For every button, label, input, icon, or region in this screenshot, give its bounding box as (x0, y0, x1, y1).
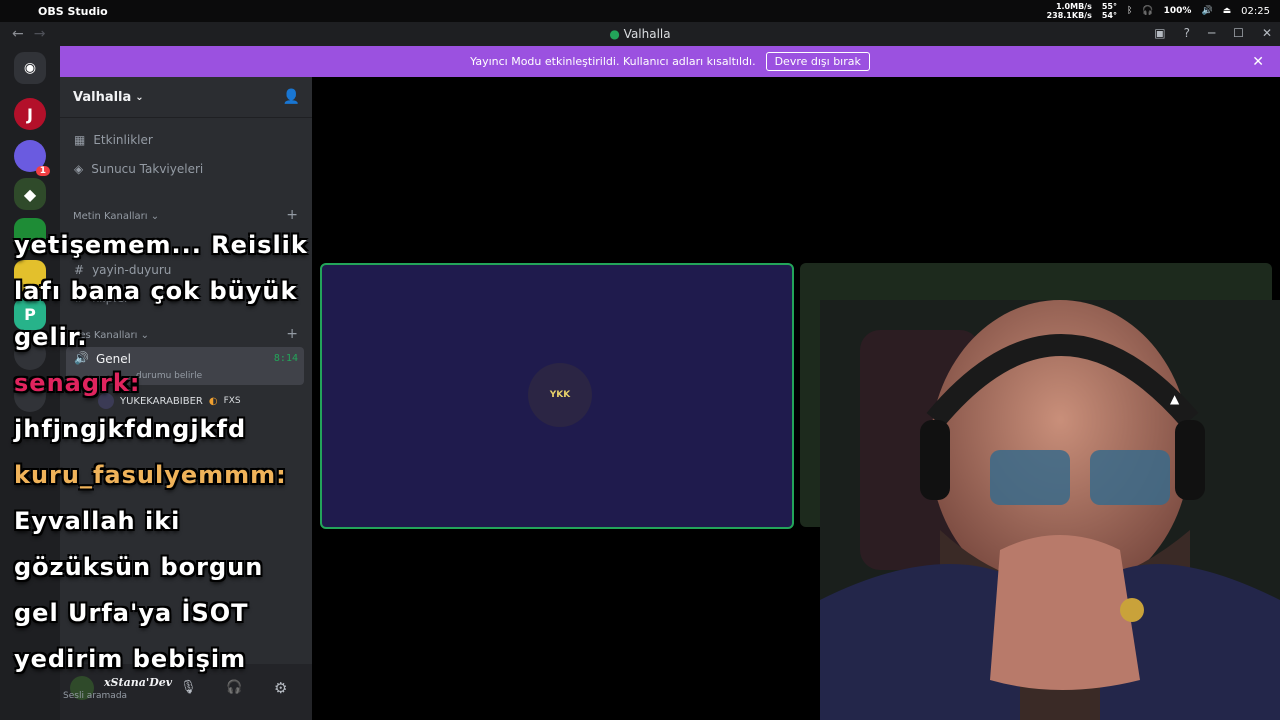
menubar: OBS Studio 1.0MB/s 238.1KB/s 55° 54° ᛒ 🎧… (0, 0, 1280, 22)
microphone-icon[interactable]: 🎙 (180, 680, 197, 695)
streamer-mode-banner: Yayıncı Modu etkinleştirildi. Kullanıcı … (60, 46, 1280, 77)
volume-icon[interactable]: 🔊 (1201, 6, 1212, 16)
guild-icon-j[interactable]: J (14, 98, 46, 130)
guild-badge: 1 (35, 166, 50, 176)
chat-line: yedirim bebişim (14, 645, 247, 673)
menubar-app-name[interactable]: OBS Studio (38, 5, 108, 18)
disable-streamer-mode-button[interactable]: Devre dışı bırak (765, 52, 870, 71)
headphones-icon[interactable]: 🎧 (1142, 6, 1153, 16)
chat-line: gözüksün borgun (14, 553, 264, 581)
add-text-channel-icon[interactable]: + (286, 207, 298, 223)
window-title: ● Valhalla (0, 27, 1280, 41)
temperature-meter: 55° 54° (1102, 2, 1117, 20)
chat-username: kuru_fasulyemmm: (14, 461, 287, 489)
boost-icon: ◈ (74, 162, 84, 176)
chat-line: jhfjngjkfdngjkfd (14, 415, 247, 443)
menubar-status-area: 1.0MB/s 238.1KB/s 55° 54° ᛒ 🎧 100% 🔊 ⏏ 0… (1047, 0, 1270, 22)
eject-icon[interactable]: ⏏ (1223, 6, 1232, 16)
network-meter: 1.0MB/s 238.1KB/s (1047, 2, 1092, 20)
window-title-text: Valhalla (623, 27, 671, 41)
mouse-cursor-icon: ▲ (1170, 392, 1180, 406)
guild-icon-valhalla[interactable]: ◆ (14, 178, 46, 210)
avatar-text: YKK (549, 390, 571, 400)
user-status: Sesli aramada (63, 691, 128, 701)
text-category-label: Metin Kanalları (73, 211, 148, 222)
invite-people-icon[interactable]: 👤 (283, 89, 300, 105)
participant-avatar: YKK (528, 363, 592, 427)
chevron-down-icon: ⌄ (135, 91, 144, 103)
boosts-label: Sunucu Takviyeleri (91, 162, 204, 176)
bluetooth-icon[interactable]: ᛒ (1127, 6, 1132, 16)
boosts-item[interactable]: ◈ Sunucu Takviyeleri (74, 162, 203, 176)
events-item[interactable]: ▦ Etkinlikler (74, 133, 153, 147)
minimize-icon[interactable]: ─ (1208, 26, 1215, 40)
events-label: Etkinlikler (93, 133, 153, 147)
temp-lo: 54° (1101, 11, 1117, 20)
clock[interactable]: 02:25 (1241, 6, 1270, 17)
chat-line: Eyvallah iki (14, 507, 181, 535)
battery-percent[interactable]: 100% (1164, 6, 1192, 16)
help-icon[interactable]: ? (1184, 26, 1190, 40)
banner-message: Yayıncı Modu etkinleştirildi. Kullanıcı … (470, 55, 756, 68)
net-up: 1.0MB/s (1055, 2, 1092, 11)
chat-username: senagrk: (14, 369, 141, 397)
server-header[interactable]: Valhalla ⌄ 👤 (60, 77, 312, 118)
webcam-person (820, 300, 1280, 720)
chat-line: yetişemem... Reislik (14, 231, 308, 259)
window-controls: ▣ ? ─ ☐ ✕ (1154, 26, 1272, 40)
participant-tile-speaking[interactable]: YKK (320, 263, 794, 529)
chat-line: gelir. (14, 323, 88, 351)
headset-icon[interactable]: 🎧 (226, 680, 242, 695)
net-down: 238.1KB/s (1046, 11, 1092, 20)
title-bar: ← → ● Valhalla ▣ ? ─ ☐ ✕ (0, 22, 1280, 46)
close-icon[interactable]: ✕ (1262, 26, 1272, 40)
server-dot-icon: ● (609, 27, 620, 41)
calendar-icon: ▦ (74, 133, 86, 147)
temp-hi: 55° (1101, 2, 1117, 11)
maximize-icon[interactable]: ☐ (1233, 26, 1244, 40)
inbox-icon[interactable]: ▣ (1154, 26, 1165, 40)
text-category[interactable]: Metin Kanalları ⌄ (73, 211, 159, 222)
chat-line: lafı bana çok büyük (14, 277, 298, 305)
guild-icon-colorful[interactable]: 1 (14, 140, 50, 176)
banner-close-icon[interactable]: ✕ (1252, 54, 1264, 70)
webcam-overlay (820, 300, 1280, 720)
server-name: Valhalla (73, 89, 132, 105)
chat-line: gel Urfa'ya İSOT (14, 599, 249, 627)
chat-overlay: yetişemem... Reislik lafı bana çok büyük… (14, 222, 314, 682)
discord-home-icon[interactable]: ◉ (14, 52, 46, 84)
